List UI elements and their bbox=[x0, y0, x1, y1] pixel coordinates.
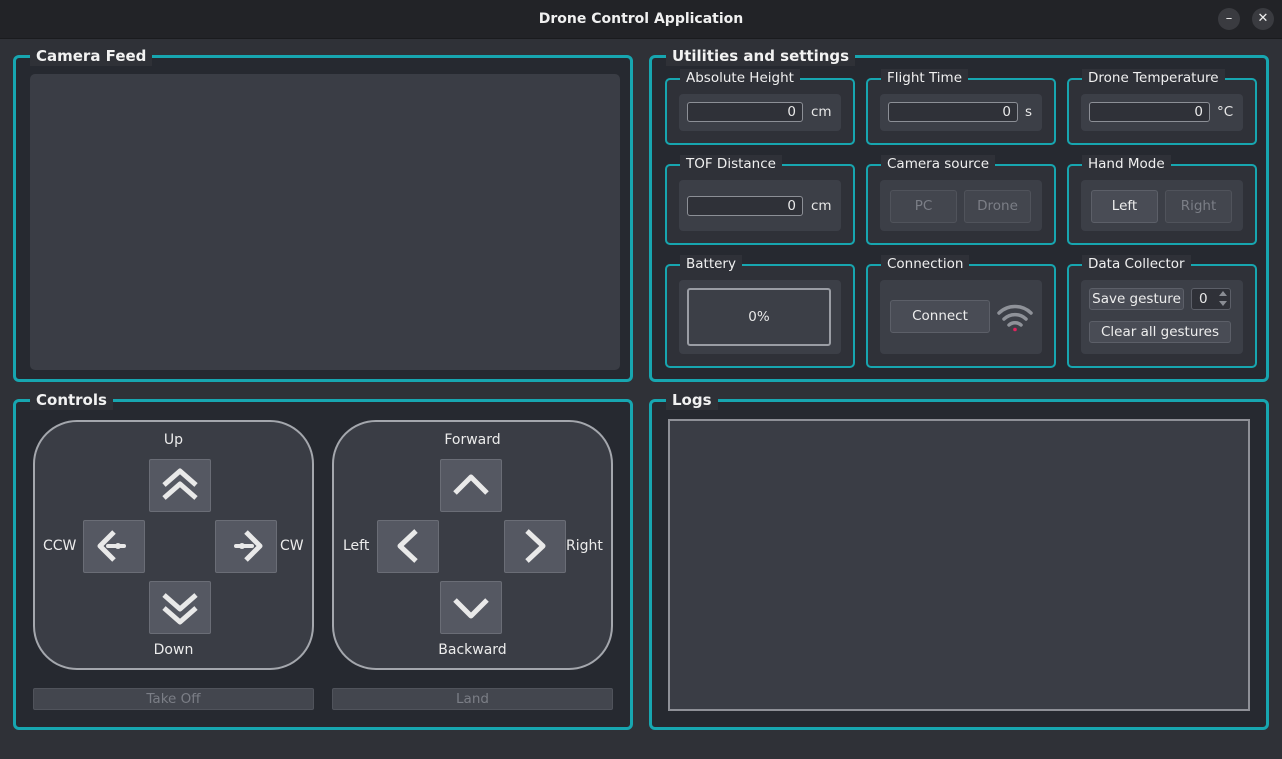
flight-time-box: Flight Time 0 s bbox=[866, 69, 1056, 145]
absolute-height-title: Absolute Height bbox=[680, 69, 800, 87]
rotate-left-icon bbox=[97, 530, 126, 562]
down-label: Down bbox=[153, 642, 194, 658]
battery-indicator: 0% bbox=[687, 288, 831, 346]
save-gesture-button[interactable]: Save gesture bbox=[1089, 288, 1184, 310]
down-button[interactable] bbox=[149, 581, 211, 634]
drone-temperature-unit: °C bbox=[1217, 104, 1234, 120]
drone-temperature-field[interactable]: 0 bbox=[1089, 102, 1210, 122]
logs-title: Logs bbox=[666, 390, 718, 410]
gesture-count-value: 0 bbox=[1199, 291, 1208, 307]
backward-label: Backward bbox=[438, 642, 507, 658]
right-label: Right bbox=[566, 538, 603, 554]
cw-label: CW bbox=[280, 538, 304, 554]
rotate-ccw-button[interactable] bbox=[83, 520, 145, 573]
movement-pad: Forward Backward Left Right bbox=[332, 420, 613, 670]
flight-time-title: Flight Time bbox=[881, 69, 969, 87]
controls-group: Controls Up Down CCW CW Forward Backward… bbox=[13, 390, 633, 730]
left-label: Left bbox=[343, 538, 370, 554]
up-label: Up bbox=[163, 432, 184, 448]
drone-temperature-title: Drone Temperature bbox=[1082, 69, 1225, 87]
data-collector-title: Data Collector bbox=[1082, 255, 1191, 273]
window-titlebar: Drone Control Application – ✕ bbox=[0, 0, 1282, 39]
tof-distance-box: TOF Distance 0 cm bbox=[665, 155, 855, 245]
chevron-left-icon bbox=[397, 529, 418, 563]
utilities-title: Utilities and settings bbox=[666, 46, 856, 66]
up-button[interactable] bbox=[149, 459, 211, 512]
controls-title: Controls bbox=[30, 390, 113, 410]
chevron-up-icon bbox=[453, 474, 489, 495]
rotate-right-icon bbox=[234, 530, 263, 562]
minimize-button[interactable]: – bbox=[1218, 8, 1240, 30]
tof-distance-unit: cm bbox=[811, 198, 832, 214]
move-right-button[interactable] bbox=[504, 520, 566, 573]
camera-feed-group: Camera Feed bbox=[13, 46, 633, 382]
camera-source-box: Camera source PC Drone bbox=[866, 155, 1056, 245]
double-chevron-down-icon bbox=[162, 593, 198, 625]
drone-temperature-box: Drone Temperature 0 °C bbox=[1067, 69, 1257, 145]
wifi-disconnected-icon bbox=[996, 302, 1034, 338]
absolute-height-field[interactable]: 0 bbox=[687, 102, 803, 122]
hand-mode-right-button[interactable]: Right bbox=[1165, 190, 1232, 223]
connection-box: Connection Connect bbox=[866, 255, 1056, 368]
absolute-height-box: Absolute Height 0 cm bbox=[665, 69, 855, 145]
spin-up-icon[interactable] bbox=[1219, 291, 1227, 296]
chevron-down-icon bbox=[453, 598, 489, 619]
hand-mode-left-button[interactable]: Left bbox=[1091, 190, 1158, 223]
spin-down-icon[interactable] bbox=[1219, 301, 1227, 306]
rotate-cw-button[interactable] bbox=[215, 520, 277, 573]
tof-distance-field[interactable]: 0 bbox=[687, 196, 803, 216]
forward-label: Forward bbox=[444, 432, 501, 448]
clear-all-gestures-button[interactable]: Clear all gestures bbox=[1089, 321, 1231, 343]
ccw-label: CCW bbox=[43, 538, 77, 554]
battery-title: Battery bbox=[680, 255, 742, 273]
camera-source-pc-button[interactable]: PC bbox=[890, 190, 957, 223]
chevron-right-icon bbox=[525, 529, 546, 563]
hand-mode-box: Hand Mode Left Right bbox=[1067, 155, 1257, 245]
camera-source-title: Camera source bbox=[881, 155, 996, 173]
logs-text-area[interactable] bbox=[668, 419, 1250, 711]
close-button[interactable]: ✕ bbox=[1252, 8, 1274, 30]
flight-time-field[interactable]: 0 bbox=[888, 102, 1018, 122]
backward-button[interactable] bbox=[440, 581, 502, 634]
hand-mode-title: Hand Mode bbox=[1082, 155, 1171, 173]
camera-feed-view bbox=[30, 74, 620, 370]
double-chevron-up-icon bbox=[162, 468, 198, 500]
camera-source-drone-button[interactable]: Drone bbox=[964, 190, 1031, 223]
battery-box: Battery 0% bbox=[665, 255, 855, 368]
data-collector-box: Data Collector Save gesture 0 Clear all … bbox=[1067, 255, 1257, 368]
connection-title: Connection bbox=[881, 255, 970, 273]
logs-group: Logs bbox=[649, 390, 1269, 730]
take-off-button[interactable]: Take Off bbox=[33, 688, 314, 710]
window-title: Drone Control Application bbox=[538, 11, 744, 27]
move-left-button[interactable] bbox=[377, 520, 439, 573]
camera-feed-title: Camera Feed bbox=[30, 46, 153, 66]
tof-distance-title: TOF Distance bbox=[680, 155, 782, 173]
flight-time-unit: s bbox=[1025, 104, 1033, 120]
absolute-height-unit: cm bbox=[811, 104, 832, 120]
altitude-yaw-pad: Up Down CCW CW bbox=[33, 420, 314, 670]
utilities-group: Utilities and settings Absolute Height 0… bbox=[649, 46, 1269, 382]
connect-button[interactable]: Connect bbox=[890, 300, 990, 333]
land-button[interactable]: Land bbox=[332, 688, 613, 710]
gesture-count-spinbox[interactable]: 0 bbox=[1191, 288, 1231, 310]
forward-button[interactable] bbox=[440, 459, 502, 512]
